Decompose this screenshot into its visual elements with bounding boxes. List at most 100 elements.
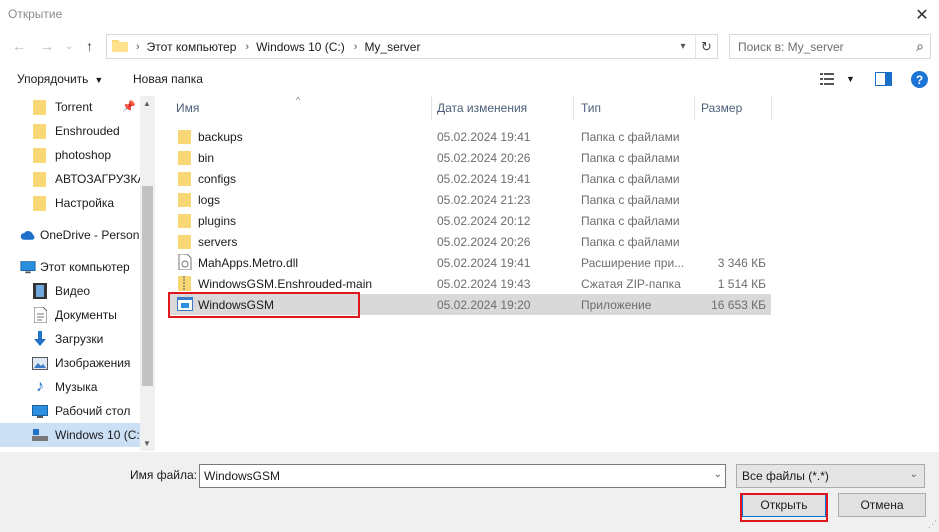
chevron-down-icon[interactable]: ⌄: [714, 469, 722, 480]
sidebar-scrollbar[interactable]: ▲ ▼: [140, 96, 155, 451]
breadcrumb-chevron-icon[interactable]: ›: [136, 41, 140, 53]
sidebar-item-enshrouded[interactable]: Enshrouded: [0, 119, 140, 143]
resize-grip-icon[interactable]: ⋰: [928, 519, 937, 530]
file-list: ^ Имя Дата изменения Тип Размер backups …: [163, 95, 939, 451]
sidebar-item-label: Видео: [55, 284, 91, 298]
folder-icon: [32, 123, 48, 139]
filename-value[interactable]: WindowsGSM: [204, 469, 280, 483]
sidebar-item-music[interactable]: ♪ Музыка: [0, 375, 140, 399]
column-divider[interactable]: [431, 96, 432, 120]
scroll-up-icon[interactable]: ▲: [143, 99, 151, 108]
sidebar-item-drive-c[interactable]: Windows 10 (C:): [0, 423, 140, 447]
sidebar-item-label: АВТОЗАГРУЗКА: [55, 172, 140, 186]
column-divider[interactable]: [694, 96, 695, 120]
scroll-down-icon[interactable]: ▼: [143, 439, 151, 448]
file-date: 05.02.2024 21:23: [437, 193, 531, 207]
sidebar-item-settings[interactable]: Настройка: [0, 191, 140, 215]
image-icon: [32, 355, 48, 371]
table-row[interactable]: servers 05.02.2024 20:26 Папка с файлами: [168, 231, 771, 252]
file-date: 05.02.2024 20:26: [437, 151, 531, 165]
table-row[interactable]: bin 05.02.2024 20:26 Папка с файлами: [168, 147, 771, 168]
file-type: Папка с файлами: [581, 172, 680, 186]
sidebar-item-label: Torrent: [55, 100, 93, 114]
scrollbar-thumb[interactable]: [142, 186, 153, 386]
column-header-name[interactable]: Имя: [176, 96, 199, 120]
document-icon: [32, 307, 48, 323]
sidebar-item-autostart[interactable]: АВТОЗАГРУЗКА: [0, 167, 140, 191]
breadcrumb-drive[interactable]: Windows 10 (C:): [256, 40, 345, 54]
cancel-button[interactable]: Отмена: [838, 493, 926, 517]
download-icon: [32, 331, 48, 347]
file-date: 05.02.2024 19:43: [437, 277, 531, 291]
up-arrow-icon[interactable]: ↑: [86, 38, 93, 54]
forward-arrow-icon[interactable]: →: [40, 38, 54, 54]
filter-value[interactable]: Все файлы (*.*): [742, 469, 829, 483]
sidebar-item-onedrive[interactable]: OneDrive - Personal: [0, 223, 140, 247]
pin-icon[interactable]: 📌: [122, 100, 136, 113]
file-name: MahApps.Metro.dll: [198, 256, 299, 270]
sidebar-item-video[interactable]: Видео: [0, 279, 140, 303]
column-divider[interactable]: [573, 96, 574, 120]
breadcrumb-folder[interactable]: My_server: [364, 40, 420, 54]
sidebar-item-label: Изображения: [55, 356, 131, 370]
search-icon[interactable]: ⌕: [916, 38, 924, 55]
table-row[interactable]: MahApps.Metro.dll 05.02.2024 19:41 Расши…: [168, 252, 771, 273]
column-divider[interactable]: [771, 96, 772, 120]
file-size: 3 346 КБ: [717, 256, 766, 270]
breadcrumb-chevron-icon[interactable]: ›: [245, 41, 249, 53]
back-arrow-icon[interactable]: ←: [12, 38, 26, 54]
computer-icon: [20, 259, 36, 275]
view-dropdown-icon[interactable]: ▼: [846, 74, 855, 84]
close-icon[interactable]: ✕: [905, 0, 939, 30]
navigation-bar: ← → ⌄ ↑ › Этот компьютер › Windows 10 (C…: [0, 31, 939, 61]
address-bar[interactable]: › Этот компьютер › Windows 10 (C:) › My_…: [106, 34, 718, 59]
folder-icon: [177, 233, 193, 249]
file-name: configs: [198, 172, 237, 186]
sidebar-item-downloads[interactable]: Загрузки: [0, 327, 140, 351]
search-input[interactable]: Поиск в: My_server: [738, 40, 844, 54]
address-dropdown-icon[interactable]: ▾: [674, 35, 692, 58]
search-box[interactable]: Поиск в: My_server ⌕: [729, 34, 931, 59]
sidebar-item-photoshop[interactable]: photoshop: [0, 143, 140, 167]
view-options-icon[interactable]: [820, 72, 836, 89]
column-header-size[interactable]: Размер: [701, 96, 742, 120]
file-size: 1 514 КБ: [717, 277, 766, 291]
file-date: 05.02.2024 19:20: [437, 298, 531, 312]
sidebar-item-desktop[interactable]: Рабочий стол: [0, 399, 140, 423]
file-type-filter[interactable]: Все файлы (*.*) ⌄: [736, 464, 925, 488]
column-header-date[interactable]: Дата изменения: [437, 96, 527, 120]
file-type: Папка с файлами: [581, 235, 680, 249]
desktop-icon: [32, 403, 48, 419]
sidebar-item-this-pc[interactable]: Этот компьютер: [0, 255, 140, 279]
sidebar-item-documents[interactable]: Документы: [0, 303, 140, 327]
table-row[interactable]: WindowsGSM.Enshrouded-main 05.02.2024 19…: [168, 273, 771, 294]
preview-pane-icon[interactable]: [875, 72, 892, 89]
sidebar-item-pictures[interactable]: Изображения: [0, 351, 140, 375]
table-row[interactable]: plugins 05.02.2024 20:12 Папка с файлами: [168, 210, 771, 231]
sidebar-item-label: Загрузки: [55, 332, 104, 346]
help-icon[interactable]: ?: [911, 71, 928, 88]
breadcrumb-computer[interactable]: Этот компьютер: [147, 40, 237, 54]
cloud-icon: [20, 227, 36, 243]
highlight-annotation: [168, 292, 360, 318]
column-header-type[interactable]: Тип: [581, 96, 601, 120]
folder-icon: [32, 147, 48, 163]
file-name: logs: [198, 193, 221, 207]
chevron-down-icon[interactable]: ⌄: [910, 469, 918, 480]
breadcrumb-chevron-icon[interactable]: ›: [354, 41, 358, 53]
filename-field[interactable]: WindowsGSM ⌄: [199, 464, 726, 488]
recent-locations-chevron-icon[interactable]: ⌄: [65, 41, 73, 52]
refresh-icon[interactable]: ↻: [695, 35, 717, 58]
new-folder-button[interactable]: Новая папка: [133, 72, 203, 86]
sidebar-item-torrent[interactable]: Torrent 📌: [0, 96, 140, 119]
video-icon: [32, 283, 48, 299]
sidebar-item-label: Windows 10 (C:): [55, 428, 140, 442]
table-row[interactable]: logs 05.02.2024 21:23 Папка с файлами: [168, 189, 771, 210]
table-row[interactable]: backups 05.02.2024 19:41 Папка с файлами: [168, 126, 771, 147]
organize-button[interactable]: Упорядочить ▼: [17, 72, 103, 86]
file-type: Папка с файлами: [581, 151, 680, 165]
file-date: 05.02.2024 20:12: [437, 214, 531, 228]
table-row[interactable]: configs 05.02.2024 19:41 Папка с файлами: [168, 168, 771, 189]
folder-icon: [177, 212, 193, 228]
folder-icon: [112, 38, 128, 55]
